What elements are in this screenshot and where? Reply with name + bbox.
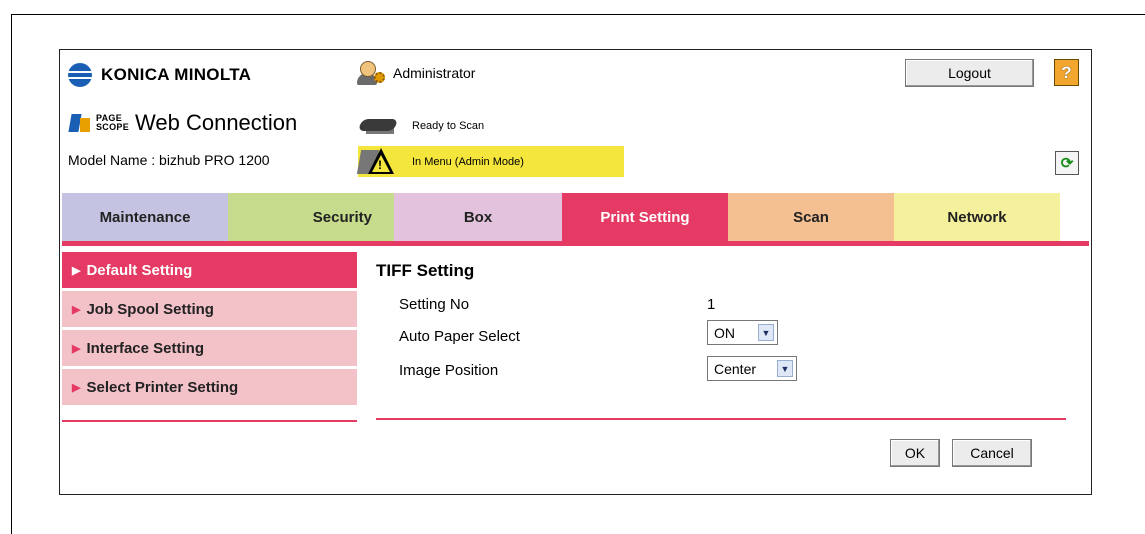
scanner-icon	[357, 115, 399, 137]
auto-paper-select-label: Auto Paper Select	[399, 328, 520, 345]
sidebar-item-label: Interface Setting	[86, 339, 204, 357]
page-title: TIFF Setting	[376, 261, 475, 280]
tab-underline	[62, 241, 1089, 246]
arrow-right-icon: ▶	[72, 264, 81, 277]
arrow-right-icon: ▶	[72, 381, 81, 394]
sidebar-divider	[62, 420, 357, 422]
app-title: Web Connection	[135, 110, 298, 135]
main-tabs: Maintenance Security Box Print Setting S…	[62, 193, 1060, 241]
setting-no-label: Setting No	[399, 296, 470, 313]
brand-name: KONICA MINOLTA	[101, 65, 252, 84]
image-position-label: Image Position	[399, 362, 499, 379]
administrator-icon	[357, 61, 387, 85]
help-icon[interactable]: ?	[1054, 59, 1079, 86]
menu-mode-text: In Menu (Admin Mode)	[412, 155, 524, 168]
chevron-down-icon: ▼	[777, 360, 793, 377]
auto-paper-select-value: ON	[714, 324, 735, 341]
tab-network[interactable]: Network	[894, 193, 1060, 241]
sidebar-item-job-spool-setting[interactable]: ▶ Job Spool Setting	[62, 291, 357, 327]
image-position-value: Center	[714, 360, 757, 377]
logout-button[interactable]: Logout	[905, 59, 1034, 87]
scanner-status: Ready to Scan	[357, 115, 485, 137]
konica-minolta-globe-icon	[68, 63, 92, 87]
tab-print-setting[interactable]: Print Setting	[562, 193, 728, 241]
outer-border-left	[11, 14, 12, 534]
tab-security[interactable]: Security	[228, 193, 394, 241]
pagescope-web-connection-logo: PAGE SCOPE Web Connection	[68, 110, 297, 136]
sidebar-item-label: Default Setting	[86, 261, 193, 279]
pagescope-wordmark: PAGE SCOPE	[96, 114, 129, 132]
arrow-right-icon: ▶	[72, 342, 81, 355]
arrow-right-icon: ▶	[72, 303, 81, 316]
pagescope-icon	[68, 112, 92, 134]
user-role: Administrator	[393, 65, 476, 81]
outer-border-top	[11, 14, 1145, 15]
tab-box[interactable]: Box	[394, 193, 562, 241]
auto-paper-select-dropdown[interactable]: ON ▼	[707, 320, 778, 345]
cancel-button[interactable]: Cancel	[952, 439, 1032, 467]
ok-button[interactable]: OK	[890, 439, 940, 467]
tab-maintenance[interactable]: Maintenance	[62, 193, 228, 241]
model-name: Model Name : bizhub PRO 1200	[68, 152, 270, 168]
user-info: Administrator	[357, 61, 475, 85]
chevron-down-icon: ▼	[758, 324, 774, 341]
menu-mode-status: ! In Menu (Admin Mode)	[356, 146, 624, 177]
sidebar-item-label: Select Printer Setting	[86, 378, 239, 396]
image-position-dropdown[interactable]: Center ▼	[707, 356, 797, 381]
sidebar-item-select-printer-setting[interactable]: ▶ Select Printer Setting	[62, 369, 357, 405]
refresh-icon[interactable]: ⟳	[1055, 151, 1079, 175]
warning-icon: !	[356, 146, 396, 177]
pagescope-line2: SCOPE	[96, 122, 130, 132]
sidebar: ▶ Default Setting ▶ Job Spool Setting ▶ …	[62, 252, 357, 408]
sidebar-item-label: Job Spool Setting	[86, 300, 214, 318]
content-divider	[376, 418, 1066, 420]
sidebar-item-interface-setting[interactable]: ▶ Interface Setting	[62, 330, 357, 366]
konica-minolta-logo: KONICA MINOLTA	[68, 63, 251, 87]
setting-no-value: 1	[707, 296, 716, 313]
tab-scan[interactable]: Scan	[728, 193, 894, 241]
scanner-status-text: Ready to Scan	[412, 120, 485, 132]
sidebar-item-default-setting[interactable]: ▶ Default Setting	[62, 252, 357, 288]
